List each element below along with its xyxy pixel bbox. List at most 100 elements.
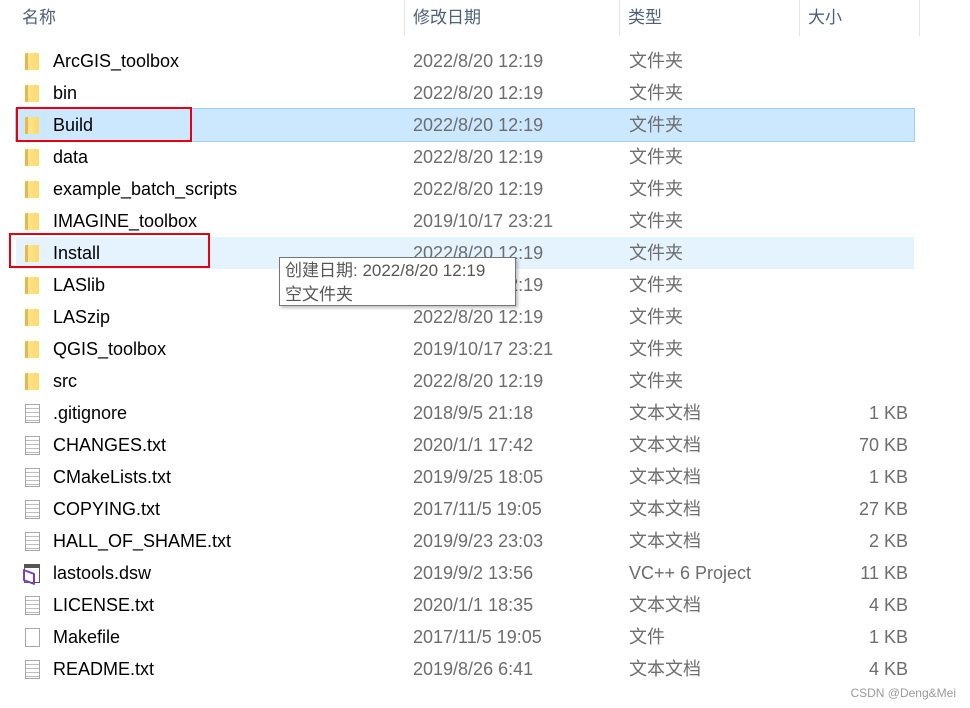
modified-date: 2018/9/5 21:18 [413, 403, 534, 423]
file-size: 4 KB [868, 595, 908, 615]
file-size: 4 KB [868, 659, 908, 679]
file-type: 文件夹 [629, 83, 683, 103]
file-row[interactable]: example_batch_scripts 2022/8/20 12:19 文件… [16, 173, 914, 205]
file-name: LASzip [53, 307, 111, 327]
file-name: bin [53, 83, 78, 103]
modified-date: 2019/10/17 23:21 [413, 339, 554, 359]
file-type: 文件 [629, 627, 665, 647]
file-name: data [53, 147, 89, 167]
modified-date: 2019/10/17 23:21 [413, 211, 554, 231]
file-row[interactable]: README.txt 2019/8/26 6:41 文本文档 4 KB [16, 653, 914, 685]
folder-icon [25, 213, 39, 230]
column-header-size[interactable]: 大小 [808, 0, 842, 36]
modified-date: 2022/8/20 12:19 [413, 179, 544, 199]
file-row[interactable]: bin 2022/8/20 12:19 文件夹 [16, 77, 914, 109]
text-file-icon [25, 436, 40, 455]
file-row[interactable]: CHANGES.txt 2020/1/1 17:42 文本文档 70 KB [16, 429, 914, 461]
modified-date: 2019/9/2 13:56 [413, 563, 534, 583]
file-row[interactable]: COPYING.txt 2017/11/5 19:05 文本文档 27 KB [16, 493, 914, 525]
file-type: 文本文档 [629, 499, 701, 519]
modified-date: 2017/11/5 19:05 [413, 627, 542, 647]
modified-date: 2020/1/1 17:42 [413, 435, 534, 455]
text-file-icon [25, 404, 40, 423]
file-row[interactable]: .gitignore 2018/9/5 21:18 文本文档 1 KB [16, 397, 914, 429]
file-row[interactable]: src 2022/8/20 12:19 文件夹 [16, 365, 914, 397]
file-size: 27 KB [858, 499, 908, 519]
file-type: 文件夹 [629, 211, 683, 231]
modified-date: 2020/1/1 18:35 [413, 595, 534, 615]
file-name: CHANGES.txt [53, 435, 167, 455]
folder-icon [25, 181, 39, 198]
column-divider[interactable] [919, 0, 920, 36]
file-name: CMakeLists.txt [53, 467, 172, 487]
file-name: Makefile [53, 627, 121, 647]
file-size: 2 KB [868, 531, 908, 551]
tooltip-created-date: 创建日期: 2022/8/20 12:19 [285, 261, 486, 280]
folder-icon [25, 149, 39, 166]
column-header-date[interactable]: 修改日期 [413, 0, 481, 36]
folder-icon [25, 277, 39, 294]
visual-studio-icon [24, 564, 40, 583]
file-name: QGIS_toolbox [53, 339, 167, 359]
file-name: lastools.dsw [53, 563, 152, 583]
file-name: LICENSE.txt [53, 595, 155, 615]
file-row[interactable]: lastools.dsw 2019/9/2 13:56 VC++ 6 Proje… [16, 557, 914, 589]
file-row[interactable]: Makefile 2017/11/5 19:05 文件 1 KB [16, 621, 914, 653]
file-size: 11 KB [860, 563, 908, 583]
blank-file-icon [25, 628, 40, 647]
file-row[interactable]: ArcGIS_toolbox 2022/8/20 12:19 文件夹 [16, 45, 914, 77]
file-type: 文件夹 [629, 179, 683, 199]
folder-icon [25, 309, 39, 326]
folder-icon [25, 85, 39, 102]
file-type: VC++ 6 Project [629, 563, 752, 583]
file-name: COPYING.txt [53, 499, 161, 519]
text-file-icon [25, 500, 40, 519]
modified-date: 2019/9/25 18:05 [413, 467, 544, 487]
folder-icon [25, 53, 39, 70]
file-name: ArcGIS_toolbox [53, 51, 180, 71]
tooltip: 创建日期: 2022/8/20 12:19 空文件夹 [279, 257, 516, 306]
file-name: HALL_OF_SHAME.txt [53, 531, 232, 551]
modified-date: 2022/8/20 12:19 [413, 83, 544, 103]
folder-icon [25, 341, 39, 358]
file-row[interactable]: HALL_OF_SHAME.txt 2019/9/23 23:03 文本文档 2… [16, 525, 914, 557]
file-name: LASlib [53, 275, 106, 295]
modified-date: 2022/8/20 12:19 [413, 115, 544, 135]
file-type: 文本文档 [629, 435, 701, 455]
watermark: CSDN @Deng&Mei [850, 686, 956, 700]
file-row[interactable]: data 2022/8/20 12:19 文件夹 [16, 141, 914, 173]
file-row[interactable]: CMakeLists.txt 2019/9/25 18:05 文本文档 1 KB [16, 461, 914, 493]
text-file-icon [25, 660, 40, 679]
file-size: 1 KB [868, 627, 908, 647]
file-size: 70 KB [858, 435, 908, 455]
file-type: 文件夹 [629, 147, 683, 167]
column-header-type[interactable]: 类型 [628, 0, 662, 36]
file-name: README.txt [53, 659, 155, 679]
modified-date: 2022/8/20 12:19 [413, 371, 544, 391]
file-type: 文本文档 [629, 531, 701, 551]
file-type: 文件夹 [629, 243, 683, 263]
column-divider[interactable] [799, 0, 800, 36]
column-divider[interactable] [619, 0, 620, 36]
sort-arrow-icon: ^ [203, 0, 208, 4]
tooltip-description: 空文件夹 [285, 285, 353, 304]
modified-date: 2022/8/20 12:19 [413, 147, 544, 167]
file-row[interactable]: LICENSE.txt 2020/1/1 18:35 文本文档 4 KB [16, 589, 914, 621]
annotation-box-install [9, 233, 210, 268]
text-file-icon [25, 596, 40, 615]
file-type: 文本文档 [629, 659, 701, 679]
file-type: 文件夹 [629, 51, 683, 71]
column-header-name[interactable]: 名称 [22, 0, 56, 36]
modified-date: 2019/8/26 6:41 [413, 659, 534, 679]
folder-icon [25, 373, 39, 390]
file-type: 文本文档 [629, 595, 701, 615]
file-type: 文本文档 [629, 403, 701, 423]
file-type: 文件夹 [629, 275, 683, 295]
file-type: 文件夹 [629, 371, 683, 391]
modified-date: 2017/11/5 19:05 [413, 499, 542, 519]
modified-date: 2022/8/20 12:19 [413, 51, 544, 71]
column-divider[interactable] [404, 0, 405, 36]
file-row[interactable]: QGIS_toolbox 2019/10/17 23:21 文件夹 [16, 333, 914, 365]
file-type: 文件夹 [629, 115, 683, 135]
text-file-icon [25, 468, 40, 487]
